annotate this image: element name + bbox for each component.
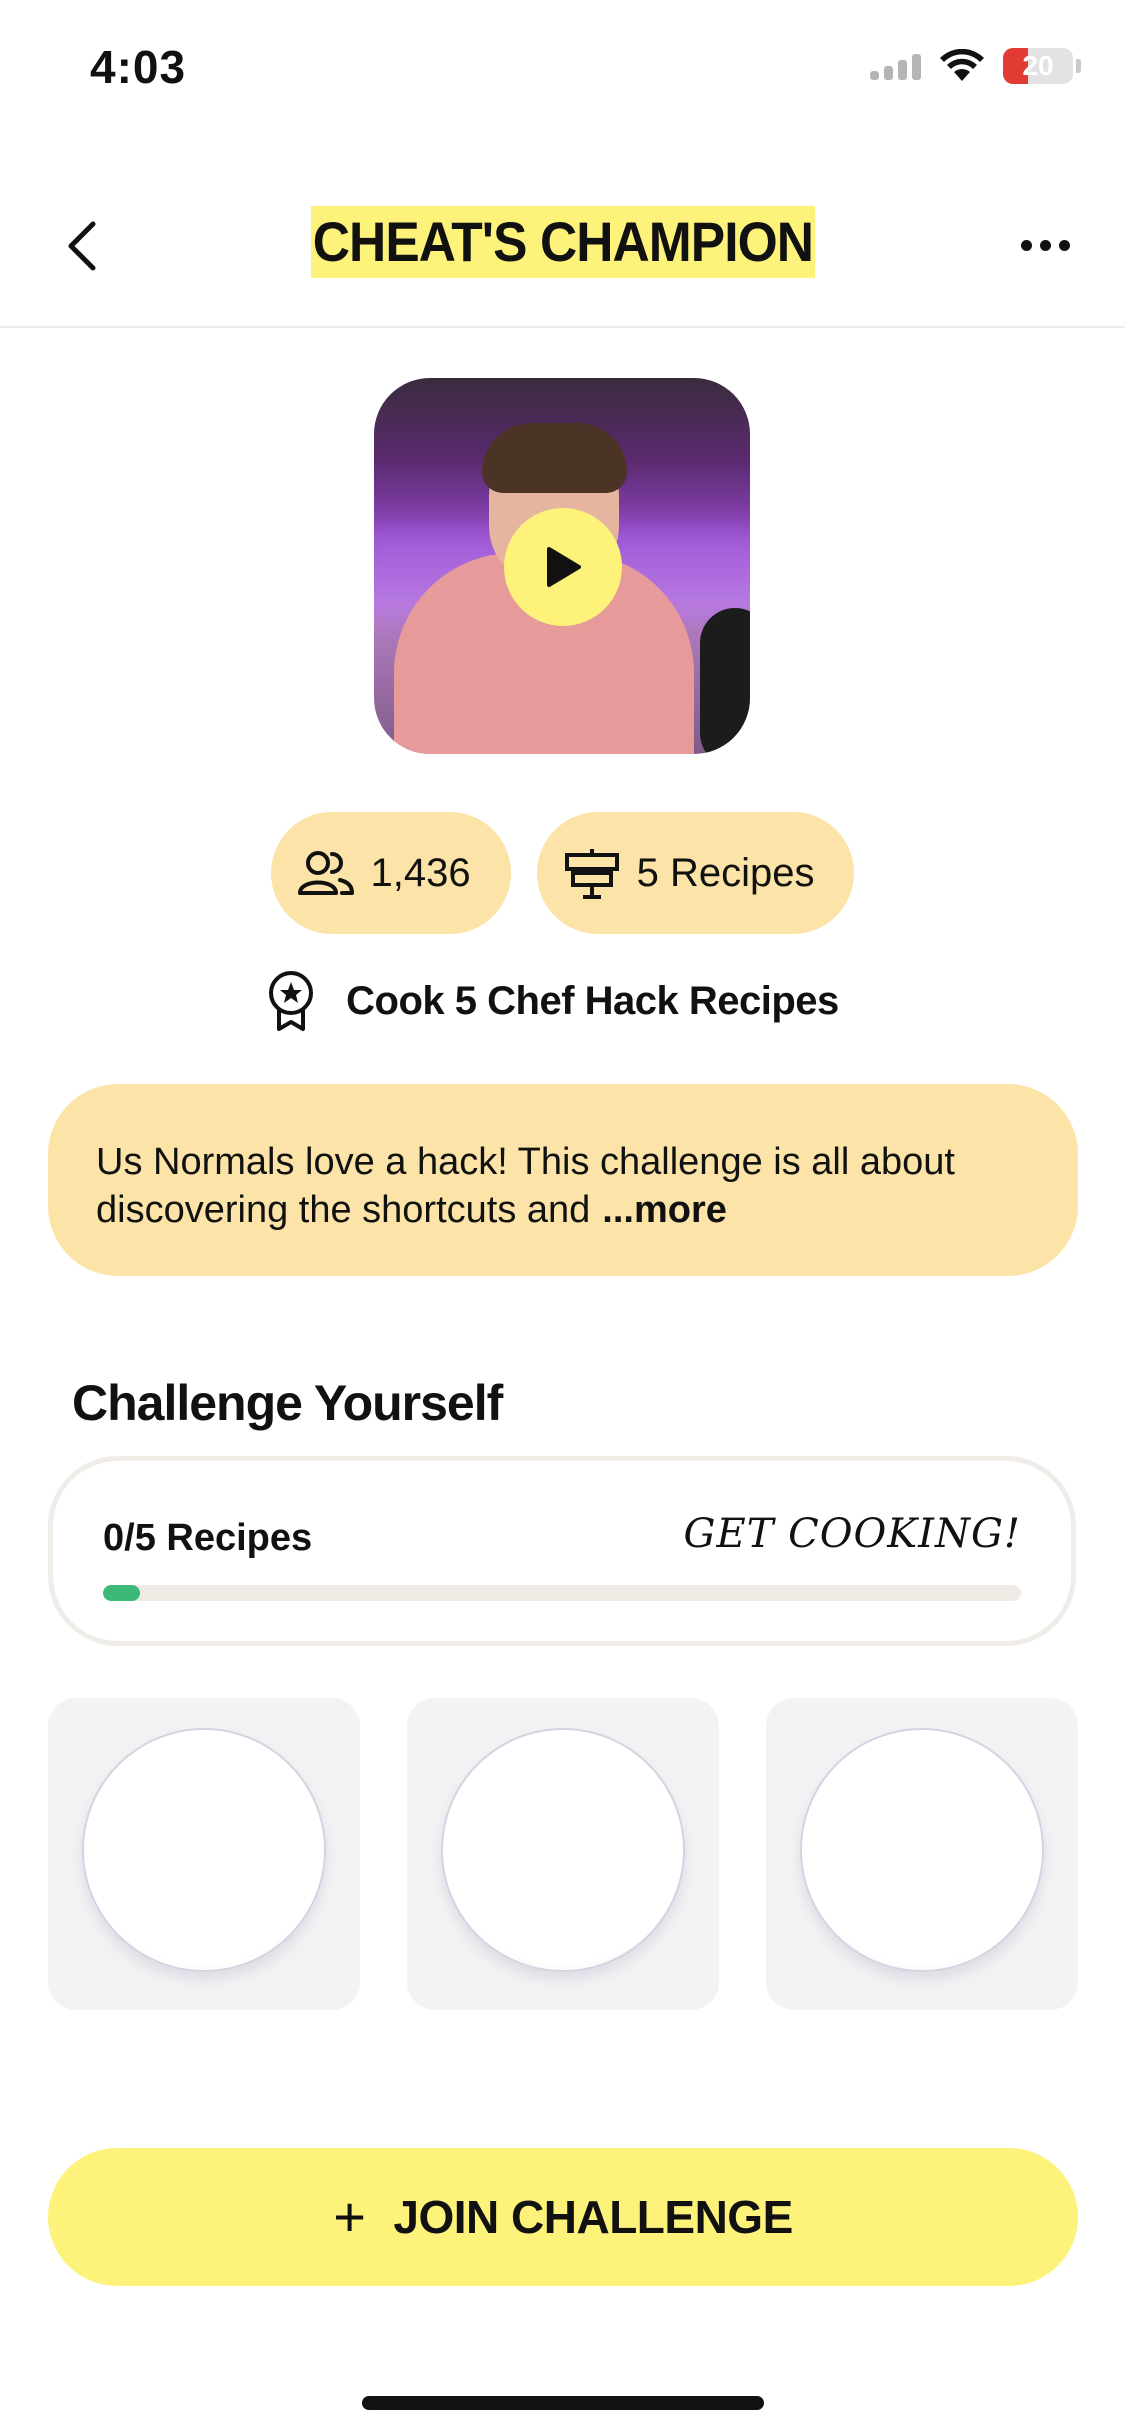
recipe-slot[interactable]: [407, 1698, 719, 2010]
participants-pill[interactable]: 1,436: [270, 812, 511, 934]
more-horizontal-icon: [1020, 239, 1032, 251]
battery-level: 20: [1022, 50, 1054, 81]
nav-header: CHEAT'S CHAMPION: [0, 180, 1125, 328]
read-more-link[interactable]: ...more: [602, 1189, 727, 1231]
challenge-goal: Cook 5 Chef Hack Recipes: [0, 970, 1125, 1032]
signal-icon: [870, 52, 921, 80]
status-icons: 20: [870, 48, 1081, 84]
join-challenge-button[interactable]: + JOIN CHALLENGE: [48, 2148, 1078, 2286]
recipes-count: 5 Recipes: [636, 850, 815, 895]
challenge-video-thumbnail[interactable]: [374, 378, 750, 754]
plus-icon: +: [333, 2185, 366, 2248]
recipes-pill[interactable]: 5 Recipes: [536, 812, 855, 934]
progress-label: 0/5 Recipes: [103, 1517, 313, 1559]
battery-icon: 20: [1003, 48, 1081, 84]
stats-row: 1,436 5 Recipes: [0, 812, 1125, 934]
recipe-slot[interactable]: [48, 1698, 360, 2010]
join-challenge-label: JOIN CHALLENGE: [393, 2191, 793, 2243]
empty-plate-icon: [82, 1728, 326, 1972]
status-bar: 4:03 20: [0, 0, 1125, 140]
goal-text: Cook 5 Chef Hack Recipes: [346, 978, 839, 1023]
users-icon: [295, 842, 357, 904]
wifi-icon: [940, 49, 984, 81]
award-badge-icon: [269, 971, 314, 1031]
progress-card: 0/5 Recipes GET COOKING!: [48, 1456, 1076, 1646]
signpost-icon: [561, 842, 623, 904]
play-button[interactable]: [504, 508, 622, 626]
recipe-slots: [48, 1698, 1078, 2010]
participants-count: 1,436: [370, 850, 471, 895]
status-time: 4:03: [90, 41, 187, 93]
section-title: Challenge Yourself: [72, 1375, 503, 1431]
empty-plate-icon: [800, 1728, 1044, 1972]
empty-plate-icon: [441, 1728, 685, 1972]
page-title: CHEAT'S CHAMPION: [310, 206, 815, 278]
get-cooking-label: GET COOKING!: [683, 1511, 1021, 1557]
home-indicator: [362, 2396, 764, 2410]
play-icon: [547, 547, 581, 587]
challenge-description: Us Normals love a hack! This challenge i…: [48, 1084, 1078, 1276]
progress-bar: [103, 1585, 1021, 1601]
recipe-slot[interactable]: [766, 1698, 1078, 2010]
progress-fill: [103, 1585, 140, 1601]
more-options-button[interactable]: [1015, 220, 1075, 270]
description-text: Us Normals love a hack! This challenge i…: [96, 1141, 955, 1231]
